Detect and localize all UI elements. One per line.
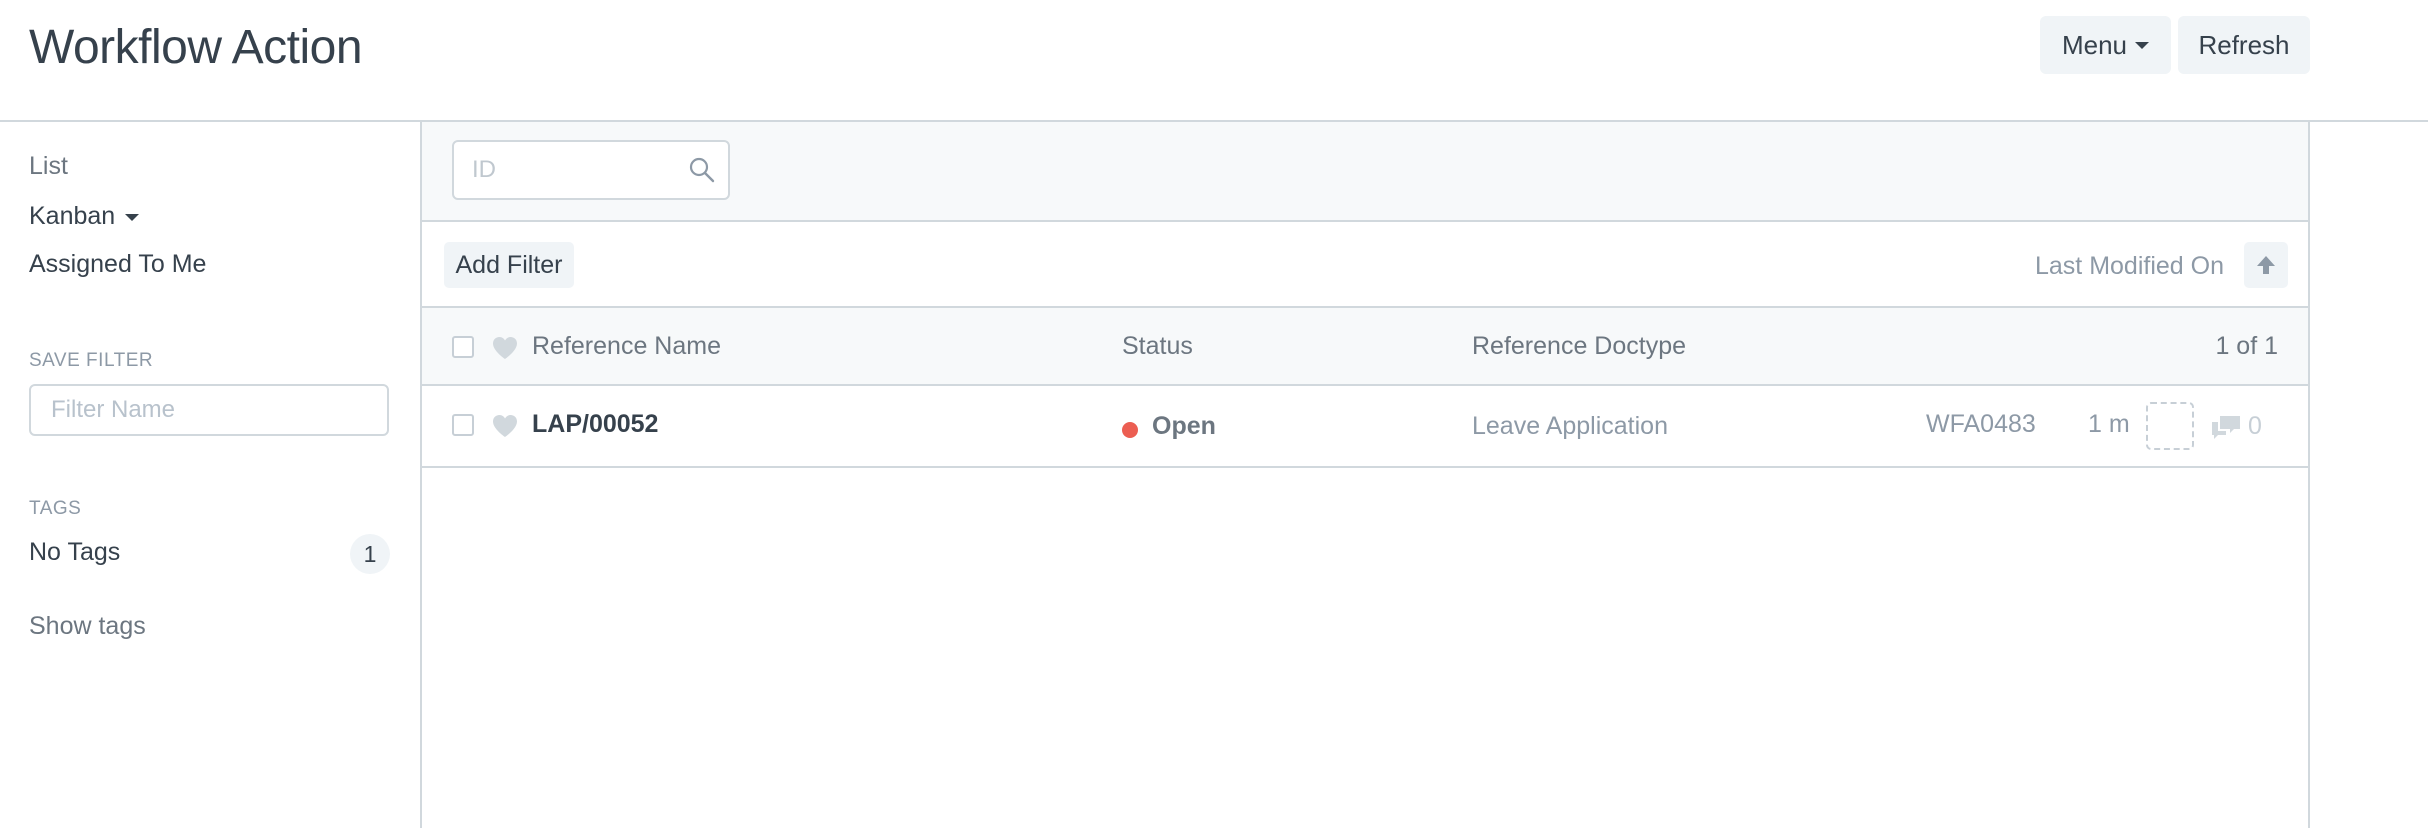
sidebar-item-list[interactable]: List xyxy=(29,152,68,181)
result-count: 1 of 1 xyxy=(2215,332,2278,360)
tags-heading: TAGS xyxy=(29,498,82,519)
show-tags-link[interactable]: Show tags xyxy=(29,612,146,641)
row-modified-time: 1 m xyxy=(2088,410,2130,438)
table-row[interactable]: LAP/00052 Open Leave Application WFA0483… xyxy=(422,386,2308,468)
refresh-button[interactable]: Refresh xyxy=(2178,16,2310,74)
list-view: Add Filter Last Modified On Reference Na… xyxy=(420,122,2310,828)
tag-count-badge: 1 xyxy=(350,534,390,574)
list-header: Reference Name Status Reference Doctype … xyxy=(422,308,2308,386)
select-all-checkbox[interactable] xyxy=(452,336,474,358)
comment-icon xyxy=(2212,416,2240,439)
caret-down-icon xyxy=(2135,41,2150,49)
assign-avatar-placeholder[interactable] xyxy=(2146,402,2194,450)
menu-button[interactable]: Menu xyxy=(2040,16,2171,74)
save-filter-heading: SAVE FILTER xyxy=(29,350,154,371)
page-title: Workflow Action xyxy=(29,21,363,74)
heart-icon[interactable] xyxy=(492,414,518,438)
heart-icon[interactable] xyxy=(492,336,518,360)
sort-by-selector[interactable]: Last Modified On xyxy=(2035,252,2224,281)
status-indicator-dot xyxy=(1122,422,1138,438)
search-field[interactable] xyxy=(452,140,730,200)
column-header-reference-name: Reference Name xyxy=(532,332,721,360)
search-input[interactable] xyxy=(472,152,682,188)
search-bar xyxy=(422,122,2308,222)
sort-order-button[interactable] xyxy=(2244,242,2288,288)
sidebar-item-assigned-to-me[interactable]: Assigned To Me xyxy=(29,250,206,279)
sidebar-item-no-tags[interactable]: No Tags xyxy=(29,538,120,567)
sidebar-item-kanban-label: Kanban xyxy=(29,202,116,230)
row-reference-doctype[interactable]: Leave Application xyxy=(1472,412,1668,441)
sidebar-item-kanban[interactable]: Kanban xyxy=(29,202,140,231)
search-icon xyxy=(689,157,715,183)
menu-button-label: Menu xyxy=(2061,29,2128,60)
sort-ascending-icon xyxy=(2257,256,2275,274)
add-filter-button[interactable]: Add Filter xyxy=(444,242,574,288)
filter-name-input[interactable] xyxy=(29,384,389,436)
caret-down-icon xyxy=(125,213,140,221)
row-reference-name-link[interactable]: LAP/00052 xyxy=(532,410,658,439)
column-header-status: Status xyxy=(1122,332,1193,360)
row-checkbox[interactable] xyxy=(452,414,474,436)
row-id: WFA0483 xyxy=(1926,410,2036,438)
column-header-reference-doctype: Reference Doctype xyxy=(1472,332,1687,360)
sidebar: List Kanban Assigned To Me SAVE FILTER T… xyxy=(0,122,420,828)
row-status[interactable]: Open xyxy=(1152,412,1216,441)
comment-count: 0 xyxy=(2248,412,2262,440)
filter-bar: Add Filter Last Modified On xyxy=(422,224,2308,308)
